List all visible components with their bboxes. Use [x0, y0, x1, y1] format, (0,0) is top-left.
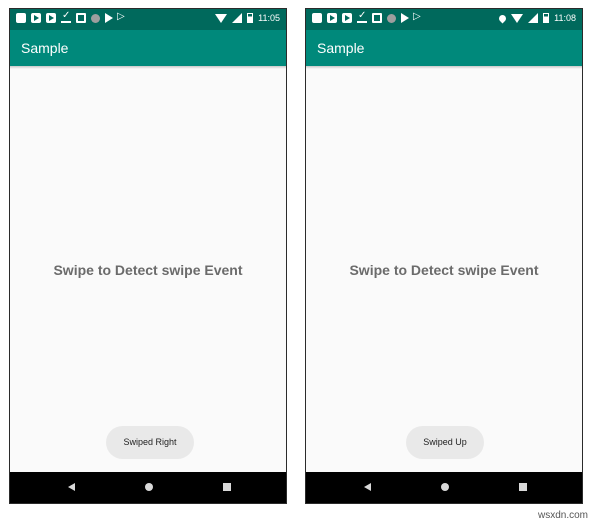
download-done-icon [357, 10, 367, 23]
notification-icons [16, 10, 126, 23]
notification-icons [312, 10, 422, 23]
wifi-icon [511, 13, 524, 23]
navigation-bar [10, 472, 286, 503]
play-outline-icon [413, 11, 422, 23]
play-store-icon [105, 13, 113, 23]
message-icon [312, 13, 322, 23]
phone-screen-right: 11:08 Sample Swipe to Detect swipe Event… [305, 8, 583, 504]
status-bar: 11:08 [306, 9, 582, 30]
phone-screen-left: 11:05 Sample Swipe to Detect swipe Event… [9, 8, 287, 504]
play-store-icon [401, 13, 409, 23]
recents-icon[interactable] [519, 483, 527, 491]
system-icons: 11:05 [215, 13, 280, 23]
battery-icon [247, 13, 254, 23]
swipe-instruction-text[interactable]: Swipe to Detect swipe Event [306, 262, 582, 278]
back-icon[interactable] [68, 483, 75, 491]
youtube-icon [31, 13, 41, 23]
youtube-icon [327, 13, 337, 23]
toast-message: Swiped Up [406, 426, 484, 459]
play-outline-icon [117, 11, 126, 23]
download-done-icon [61, 10, 71, 23]
app-bar-shadow [306, 66, 582, 69]
home-icon[interactable] [145, 483, 153, 491]
system-icons: 11:08 [497, 13, 576, 23]
navigation-bar [306, 472, 582, 503]
circle-icon [387, 13, 396, 23]
home-icon[interactable] [441, 483, 449, 491]
signal-icon [528, 13, 539, 23]
app-bar-shadow [10, 66, 286, 69]
app-bar: Sample [306, 30, 582, 66]
battery-icon [543, 13, 550, 23]
circle-icon [91, 13, 100, 23]
app-title: Sample [317, 40, 365, 56]
app-title: Sample [21, 40, 69, 56]
status-time: 11:05 [258, 13, 280, 23]
swipe-instruction-text[interactable]: Swipe to Detect swipe Event [10, 262, 286, 278]
youtube-icon [46, 13, 56, 23]
toast-message: Swiped Right [106, 426, 194, 459]
status-time: 11:08 [554, 13, 576, 23]
calendar-icon [372, 13, 382, 23]
location-icon [497, 13, 508, 23]
signal-icon [232, 13, 243, 23]
status-bar: 11:05 [10, 9, 286, 30]
calendar-icon [76, 13, 86, 23]
wifi-icon [215, 13, 228, 23]
message-icon [16, 13, 26, 23]
recents-icon[interactable] [223, 483, 231, 491]
watermark: wsxdn.com [537, 510, 588, 521]
youtube-icon [342, 13, 352, 23]
back-icon[interactable] [364, 483, 371, 491]
app-bar: Sample [10, 30, 286, 66]
